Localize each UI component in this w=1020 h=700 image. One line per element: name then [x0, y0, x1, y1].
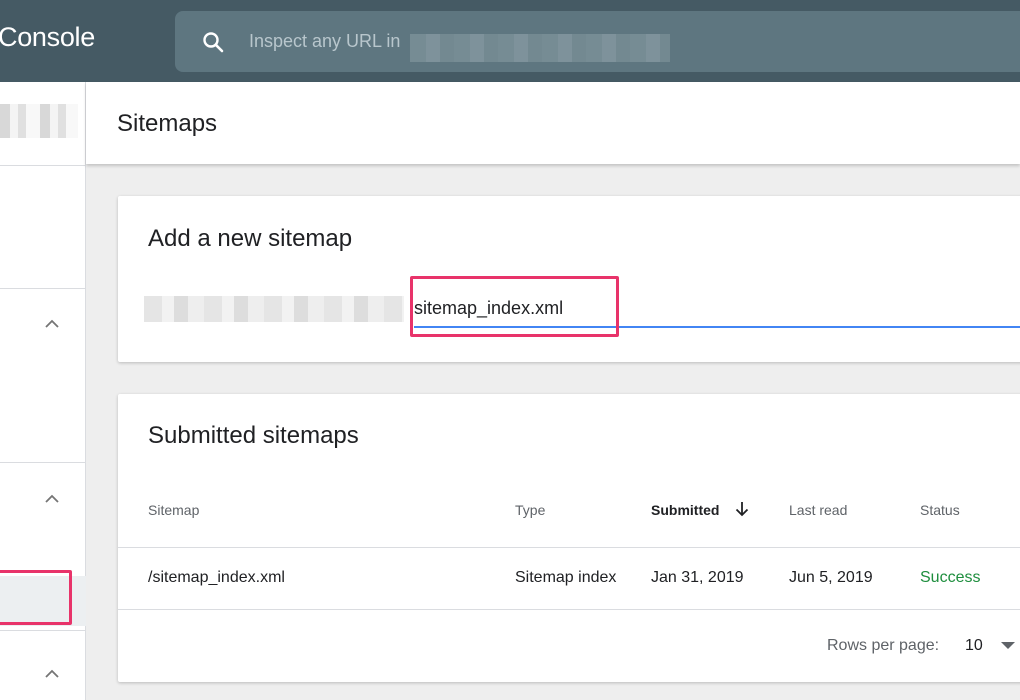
- submitted-sitemaps-title: Submitted sitemaps: [148, 422, 359, 449]
- sidebar-divider: [0, 165, 86, 166]
- column-header-status[interactable]: Status: [920, 502, 960, 518]
- cell-sitemap: /sitemap_index.xml: [148, 569, 285, 586]
- status-badge: Success: [920, 569, 981, 586]
- url-inspection-search[interactable]: Inspect any URL in: [175, 11, 1020, 72]
- highlight-box: [410, 276, 619, 337]
- column-header-submitted[interactable]: Submitted: [651, 502, 719, 518]
- chevron-up-icon[interactable]: [44, 316, 60, 332]
- search-placeholder[interactable]: Inspect any URL in: [249, 31, 400, 52]
- chevron-up-icon[interactable]: [44, 666, 60, 682]
- chevron-up-icon[interactable]: [44, 491, 60, 507]
- top-bar: Console Inspect any URL in: [0, 0, 1020, 82]
- cell-last-read: Jun 5, 2019: [789, 569, 873, 586]
- rows-per-page-select[interactable]: 10: [965, 637, 983, 655]
- sidebar-divider: [0, 288, 86, 289]
- cell-submitted: Jan 31, 2019: [651, 569, 744, 586]
- column-header-last-read[interactable]: Last read: [789, 502, 847, 518]
- submitted-sitemaps-card: Submitted sitemaps Sitemap Type Submitte…: [118, 394, 1020, 682]
- add-sitemap-card: Add a new sitemap: [118, 196, 1020, 362]
- rows-per-page-label: Rows per page:: [827, 637, 940, 654]
- column-header-type[interactable]: Type: [515, 502, 545, 518]
- add-sitemap-title: Add a new sitemap: [148, 225, 353, 252]
- caret-down-icon[interactable]: [1001, 642, 1015, 649]
- product-name[interactable]: Console: [0, 22, 95, 53]
- redacted-site-url-prefix: [144, 296, 404, 322]
- cell-type: Sitemap index: [515, 569, 617, 586]
- redacted-property-name: [410, 34, 670, 62]
- page-title: Sitemaps: [117, 110, 218, 137]
- highlight-box: [0, 570, 72, 625]
- search-icon[interactable]: [201, 30, 225, 54]
- column-header-sitemap[interactable]: Sitemap: [148, 502, 199, 518]
- sidebar-divider: [0, 630, 86, 631]
- table-divider: [118, 547, 1020, 548]
- arrow-down-icon[interactable]: [733, 500, 751, 518]
- page-header: Sitemaps: [86, 82, 1020, 164]
- table-divider: [118, 609, 1020, 610]
- redacted-property-selector[interactable]: [0, 104, 78, 138]
- sidebar: [0, 82, 86, 700]
- sidebar-divider: [0, 462, 86, 463]
